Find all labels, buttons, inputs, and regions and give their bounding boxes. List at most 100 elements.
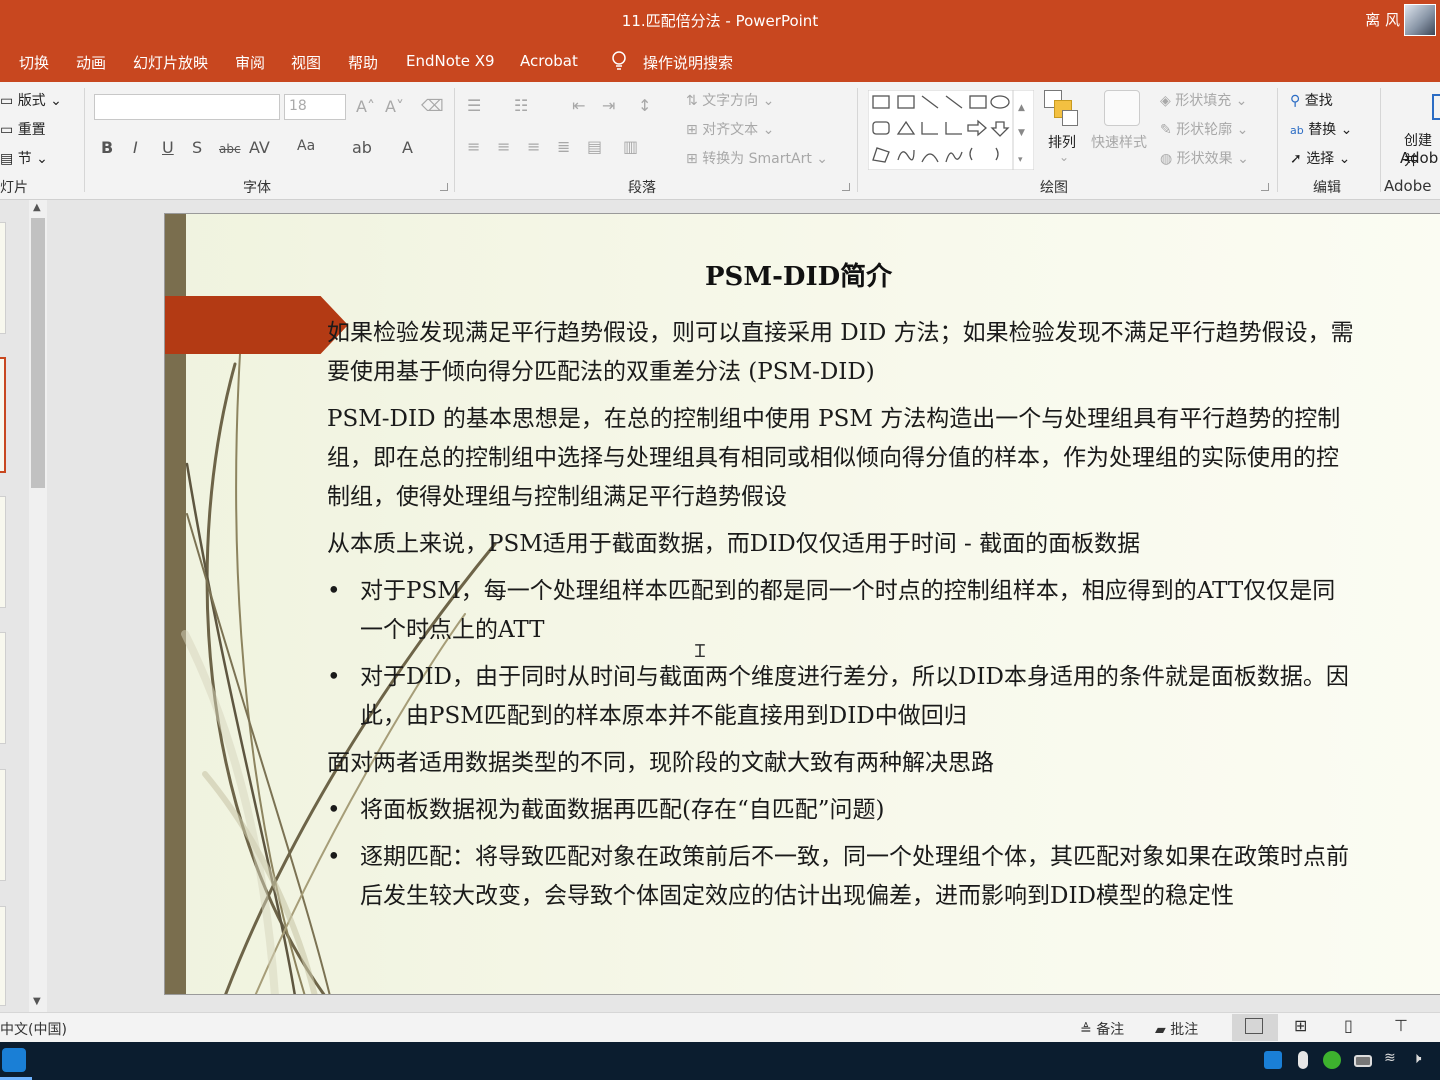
highlight-icon[interactable]: ab xyxy=(352,138,372,157)
increase-font-icon[interactable]: A˄ xyxy=(356,97,375,116)
font-dialog-launcher[interactable] xyxy=(440,183,448,191)
shapes-gallery[interactable]: ▲ ▼ ▾ xyxy=(868,90,1034,170)
user-name[interactable]: 离 风 xyxy=(1365,9,1400,30)
tab-help[interactable]: 帮助 xyxy=(348,52,378,73)
bold-icon[interactable]: B xyxy=(101,138,113,157)
battery-icon[interactable] xyxy=(1354,1055,1372,1067)
app-icon[interactable] xyxy=(2,1048,26,1072)
slideshow-icon[interactable]: ⊤ xyxy=(1394,1016,1408,1035)
slide-body-text[interactable]: 如果检验发现满足平行趋势假设，则可以直接采用 DID 方法；如果检验发现不满足平… xyxy=(327,314,1357,924)
thumbnail-scrollbar[interactable]: ▲ ▼ xyxy=(29,200,47,1012)
line-spacing-icon[interactable]: ↕ xyxy=(638,96,651,115)
decrease-indent-icon[interactable]: ⇤ xyxy=(572,96,585,115)
slide-thumbnail[interactable] xyxy=(0,769,6,881)
scroll-down-icon[interactable]: ▼ xyxy=(33,996,41,1007)
bullets-icon[interactable]: ☰ xyxy=(467,96,481,115)
decrease-font-icon[interactable]: A˅ xyxy=(385,97,404,116)
slide-thumbnail[interactable] xyxy=(0,222,6,334)
font-color-icon[interactable]: A xyxy=(402,138,413,157)
tab-endnote[interactable]: EndNote X9 xyxy=(406,52,495,70)
body-paragraph: 面对两者适用数据类型的不同，现阶段的文献大致有两种解决思路 xyxy=(327,750,994,776)
char-spacing-icon[interactable]: AV xyxy=(249,138,270,157)
tab-review[interactable]: 审阅 xyxy=(235,52,265,73)
tab-acrobat[interactable]: Acrobat xyxy=(520,52,578,70)
tray-app-icon[interactable] xyxy=(1264,1051,1282,1069)
normal-view-icon[interactable] xyxy=(1245,1018,1263,1034)
select-button[interactable]: ➚ 选择 ⌄ xyxy=(1290,148,1350,168)
tab-slideshow[interactable]: 幻灯片放映 xyxy=(133,52,208,73)
font-name-input[interactable] xyxy=(94,94,280,120)
align-right-icon[interactable]: ≡ xyxy=(527,137,540,156)
adobe-pdf-icon[interactable] xyxy=(1432,94,1440,120)
justify-icon[interactable]: ≣ xyxy=(557,137,570,156)
quick-styles-button[interactable]: 快速样式 xyxy=(1091,132,1147,152)
text-direction-button[interactable]: ⇅ 文字方向 ⌄ xyxy=(686,90,774,110)
ribbon: ▭ 版式 ⌄ ▭ 重置 ▤ 节 ⌄ 灯片 18 A˄ A˅ ⌫ B I U S … xyxy=(0,82,1440,200)
divider xyxy=(1380,88,1381,192)
slide-thumbnail[interactable] xyxy=(0,496,6,608)
taskbar: ≋ 🕨 xyxy=(0,1042,1440,1080)
bullet-item: 对于PSM，每一个处理组样本匹配到的都是同一个时点的控制组样本，相应得到的ATT… xyxy=(327,572,1357,650)
reset-button[interactable]: ▭ 重置 xyxy=(0,119,46,139)
columns-icon[interactable]: ▥ xyxy=(623,137,638,156)
title-bar: 11.匹配倍分法 - PowerPoint 离 风 xyxy=(0,0,1440,40)
replace-button[interactable]: ab 替换 ⌄ xyxy=(1290,119,1352,139)
reading-view-icon[interactable]: ▯ xyxy=(1344,1016,1353,1035)
arrange-button[interactable]: 排列 xyxy=(1048,132,1076,152)
shape-fill-button[interactable]: ◈ 形状填充 ⌄ xyxy=(1160,90,1247,110)
underline-icon[interactable]: U xyxy=(162,138,174,157)
comments-button[interactable]: ▰ 批注 xyxy=(1155,1019,1198,1039)
shape-effects-button[interactable]: ◍ 形状效果 ⌄ xyxy=(1160,148,1249,168)
align-left-icon[interactable]: ≡ xyxy=(467,137,480,156)
svg-text:▼: ▼ xyxy=(1018,128,1025,138)
slide-canvas[interactable]: PSM-DID简介 如果检验发现满足平行趋势假设，则可以直接采用 DID 方法；… xyxy=(164,213,1440,995)
font-size-input[interactable]: 18 xyxy=(284,94,346,120)
numbering-icon[interactable]: ☷ xyxy=(514,96,528,115)
tray-status-icon[interactable] xyxy=(1323,1051,1341,1069)
tab-transitions[interactable]: 切换 xyxy=(19,52,49,73)
tell-me-search[interactable]: 操作说明搜索 xyxy=(643,52,733,73)
tab-animations[interactable]: 动画 xyxy=(76,52,106,73)
change-case-icon[interactable]: Aa xyxy=(297,138,315,154)
arrange-icon[interactable] xyxy=(1044,90,1080,126)
increase-indent-icon[interactable]: ⇥ xyxy=(602,96,615,115)
scroll-up-icon[interactable]: ▲ xyxy=(33,202,41,213)
strikethrough-icon[interactable]: abc xyxy=(219,142,241,156)
slide-thumbnail-selected[interactable] xyxy=(0,357,6,473)
shadow-icon[interactable]: S xyxy=(192,138,202,157)
divider xyxy=(454,88,455,192)
distributed-icon[interactable]: ▤ xyxy=(587,137,602,156)
layout-button[interactable]: ▭ 版式 ⌄ xyxy=(0,90,62,110)
tab-view[interactable]: 视图 xyxy=(291,52,321,73)
slide-thumbnail-pane: ▲ ▼ xyxy=(0,200,52,1012)
section-button[interactable]: ▤ 节 ⌄ xyxy=(0,148,48,168)
scrollbar-thumb[interactable] xyxy=(31,218,45,488)
body-paragraph: PSM-DID 的基本思想是，在总的控制组中使用 PSM 方法构造出一个与处理组… xyxy=(327,406,1341,510)
language-status[interactable]: 中文(中国) xyxy=(0,1019,67,1039)
microphone-icon[interactable] xyxy=(1298,1051,1308,1069)
paragraph-dialog-launcher[interactable] xyxy=(842,183,850,191)
text-cursor-icon: Ɪ xyxy=(695,641,706,662)
paragraph-group-label: 段落 xyxy=(628,180,656,196)
avatar[interactable] xyxy=(1404,4,1436,36)
align-center-icon[interactable]: ≡ xyxy=(497,137,510,156)
slide-thumbnail[interactable] xyxy=(0,906,6,1006)
slide-thumbnail[interactable] xyxy=(0,632,6,744)
notes-button[interactable]: ≜ 备注 xyxy=(1080,1019,1124,1039)
align-text-button[interactable]: ⊞ 对齐文本 ⌄ xyxy=(686,119,774,139)
drawing-dialog-launcher[interactable] xyxy=(1261,183,1269,191)
slide-sorter-icon[interactable]: ⊞ xyxy=(1294,1016,1307,1035)
wifi-icon[interactable]: ≋ xyxy=(1384,1050,1402,1068)
bullet-item: 对于DID，由于同时从时间与截面两个维度进行差分，所以DID本身适用的条件就是面… xyxy=(327,658,1357,736)
quick-styles-icon[interactable] xyxy=(1104,90,1140,126)
svg-text:▲: ▲ xyxy=(1018,103,1025,113)
shape-outline-button[interactable]: ✎ 形状轮廓 ⌄ xyxy=(1160,119,1248,139)
divider xyxy=(857,88,858,192)
speaker-icon[interactable]: 🕨 xyxy=(1412,1049,1430,1067)
clear-format-icon[interactable]: ⌫ xyxy=(421,96,444,115)
italic-icon[interactable]: I xyxy=(133,138,138,157)
convert-smartart-button[interactable]: ⊞ 转换为 SmartArt ⌄ xyxy=(686,148,828,168)
slide-title[interactable]: PSM-DID简介 xyxy=(705,256,892,293)
replace-icon: ab xyxy=(1290,124,1304,137)
find-button[interactable]: ⚲ 查找 xyxy=(1290,90,1333,110)
